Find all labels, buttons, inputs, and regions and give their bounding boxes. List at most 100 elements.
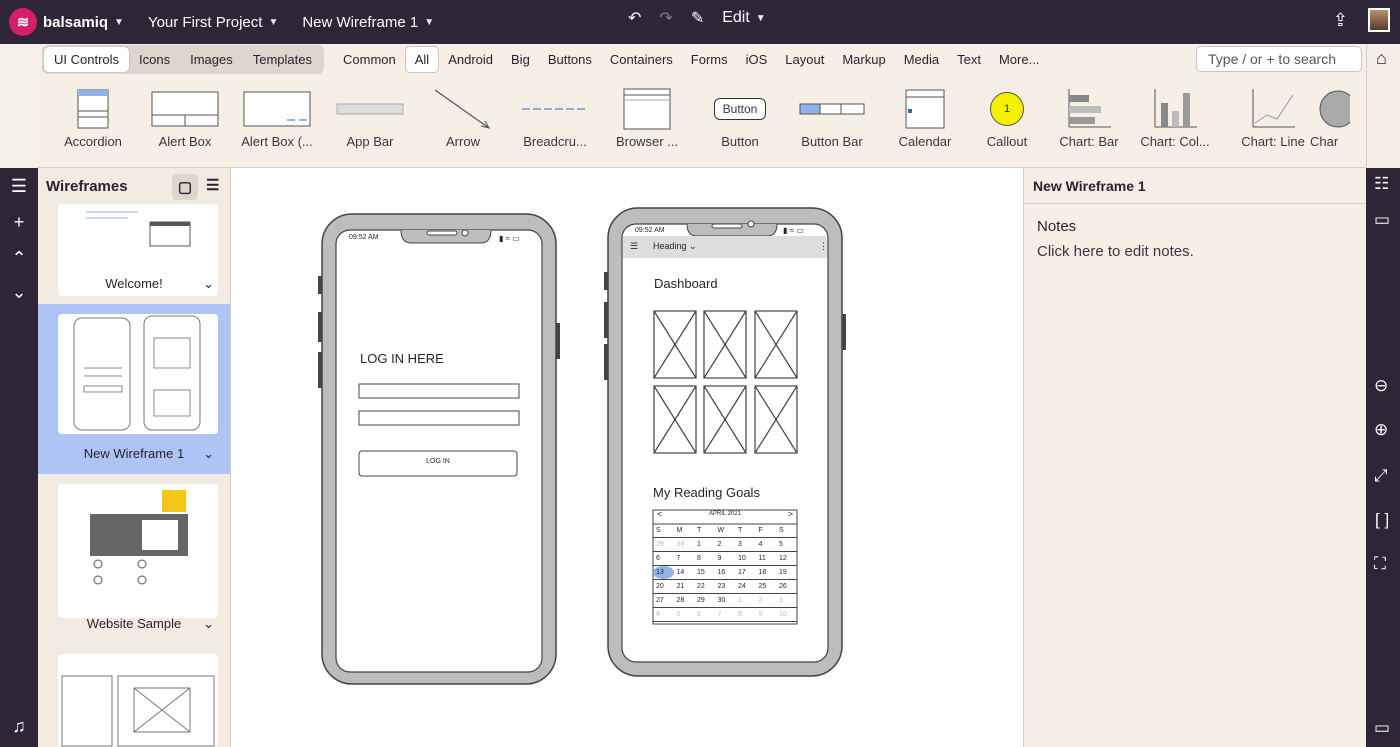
category-markup[interactable]: Markup [833, 47, 894, 72]
calendar-day[interactable]: 29 [694, 594, 715, 607]
chevron-down-icon[interactable]: ⌄ [9, 282, 29, 303]
zoom-in-icon[interactable]: ⊕ [1374, 420, 1388, 440]
app-menu[interactable]: balsamiq ▼ [43, 14, 124, 31]
calendar-day[interactable]: 1 [735, 594, 756, 607]
calendar-day[interactable]: 6 [653, 552, 674, 565]
category-buttons[interactable]: Buttons [539, 47, 601, 72]
calendar-day[interactable]: 23 [715, 580, 736, 593]
calendar-day[interactable]: 5 [674, 608, 695, 621]
library-item-browser[interactable]: Browser ... [602, 88, 692, 149]
library-item-accordion[interactable]: Accordion [48, 88, 138, 149]
properties-icon[interactable]: ☷ [1374, 174, 1389, 194]
library-item-chart-pie[interactable]: Char [1306, 88, 1366, 149]
calendar-day[interactable]: 17 [735, 566, 756, 579]
calendar-day[interactable]: 10 [735, 552, 756, 565]
calendar-day[interactable]: 13 [653, 566, 674, 579]
calendar-day[interactable]: 4 [653, 608, 674, 621]
calendar-day[interactable]: 5 [776, 538, 797, 551]
calendar-day[interactable]: 25 [756, 580, 777, 593]
library-item-chart-column[interactable]: Chart: Col... [1130, 88, 1220, 149]
calendar-day[interactable]: 15 [694, 566, 715, 579]
library-search-input[interactable]: Type / or + to search [1196, 46, 1362, 72]
project-menu[interactable]: Your First Project ▼ [148, 14, 278, 31]
calendar-day[interactable]: 9 [756, 608, 777, 621]
chevron-up-icon[interactable]: ⌃ [9, 248, 29, 269]
fit-screen-icon[interactable]: ⛶ [1374, 554, 1386, 574]
wireframe-thumb-new-wireframe-1[interactable] [58, 314, 218, 434]
calendar-day[interactable]: 10 [776, 608, 797, 621]
library-item-callout[interactable]: 1 Callout [962, 88, 1052, 149]
category-all[interactable]: All [404, 45, 440, 73]
calendar-day[interactable]: 8 [694, 552, 715, 565]
music-icon[interactable]: ♫ [9, 716, 29, 737]
library-item-alert-box-2[interactable]: Alert Box (... [232, 88, 322, 149]
category-forms[interactable]: Forms [682, 47, 737, 72]
category-text[interactable]: Text [948, 47, 990, 72]
redo-icon[interactable]: ↷ [659, 8, 672, 28]
calendar-day[interactable]: 18 [756, 566, 777, 579]
category-common[interactable]: Common [334, 47, 405, 72]
wireframes-list-icon[interactable]: ☰ [9, 176, 29, 197]
library-item-button-bar[interactable]: Button Bar [787, 88, 877, 149]
calendar-day[interactable]: 9 [715, 552, 736, 565]
chevron-down-icon[interactable]: ⌄ [203, 616, 214, 632]
category-more[interactable]: More... [990, 47, 1048, 72]
category-containers[interactable]: Containers [601, 47, 682, 72]
undo-icon[interactable]: ↶ [628, 8, 641, 28]
present-icon[interactable]: ▭ [1374, 718, 1390, 738]
fullscreen-icon[interactable]: ⤢ [1374, 466, 1388, 486]
library-item-alert-box[interactable]: Alert Box [140, 88, 230, 149]
category-big[interactable]: Big [502, 47, 539, 72]
avatar[interactable] [1368, 8, 1390, 32]
library-item-button[interactable]: Button Button [695, 88, 785, 149]
chevron-down-icon[interactable]: ⌄ [203, 276, 214, 292]
library-item-breadcrumbs[interactable]: Breadcru... [510, 88, 600, 149]
tab-templates[interactable]: Templates [243, 47, 322, 72]
calendar-day[interactable]: 29 [653, 538, 674, 551]
wireframe-thumb-4[interactable] [58, 654, 218, 747]
calendar-day[interactable]: 22 [694, 580, 715, 593]
calendar-day[interactable]: 12 [776, 552, 797, 565]
calendar-day[interactable]: 21 [674, 580, 695, 593]
tab-icons[interactable]: Icons [129, 47, 180, 72]
library-item-app-bar[interactable]: App Bar [325, 88, 415, 149]
library-item-calendar[interactable]: Calendar [880, 88, 970, 149]
calendar-day[interactable]: 8 [735, 608, 756, 621]
comments-icon[interactable]: ▭ [1374, 210, 1390, 230]
calendar-day[interactable]: 2 [756, 594, 777, 607]
pencil-icon[interactable]: ✎ [691, 8, 704, 28]
calendar-day[interactable]: 14 [674, 566, 695, 579]
add-icon[interactable]: + [9, 212, 29, 233]
calendar-day[interactable]: 7 [715, 608, 736, 621]
calendar-day[interactable]: 19 [776, 566, 797, 579]
calendar-day[interactable]: 20 [653, 580, 674, 593]
chevron-down-icon[interactable]: ⌄ [203, 446, 214, 462]
wireframe-menu[interactable]: New Wireframe 1 ▼ [302, 14, 434, 31]
tab-images[interactable]: Images [180, 47, 243, 72]
category-media[interactable]: Media [895, 47, 948, 72]
list-view-icon[interactable]: ☰ [206, 176, 219, 194]
calendar-day[interactable]: 26 [776, 580, 797, 593]
calendar-day[interactable]: 4 [756, 538, 777, 551]
notes-editor[interactable]: Click here to edit notes. [1024, 235, 1366, 268]
calendar-day[interactable]: 6 [694, 608, 715, 621]
edit-menu[interactable]: Edit ▼ [722, 9, 765, 27]
brackets-icon[interactable]: [ ] [1375, 510, 1389, 530]
library-item-chart-bar[interactable]: Chart: Bar [1044, 88, 1134, 149]
calendar-day[interactable]: 7 [674, 552, 695, 565]
category-layout[interactable]: Layout [776, 47, 833, 72]
shapes-icon[interactable]: ⌂ [1376, 48, 1387, 69]
zoom-out-icon[interactable]: ⊖ [1374, 376, 1388, 396]
calendar-day[interactable]: 16 [715, 566, 736, 579]
category-ios[interactable]: iOS [737, 47, 777, 72]
calendar-day[interactable]: 28 [674, 594, 695, 607]
category-android[interactable]: Android [439, 47, 502, 72]
grid-view-icon[interactable]: ▢ [172, 174, 198, 200]
calendar-day[interactable]: 3 [735, 538, 756, 551]
wireframe-thumb-website-sample[interactable] [58, 484, 218, 618]
library-item-chart-line[interactable]: Chart: Line [1228, 88, 1318, 149]
tab-ui-controls[interactable]: UI Controls [44, 46, 130, 72]
calendar-day[interactable]: 24 [735, 580, 756, 593]
library-item-arrow[interactable]: Arrow [418, 88, 508, 149]
calendar-day[interactable]: 3 [776, 594, 797, 607]
